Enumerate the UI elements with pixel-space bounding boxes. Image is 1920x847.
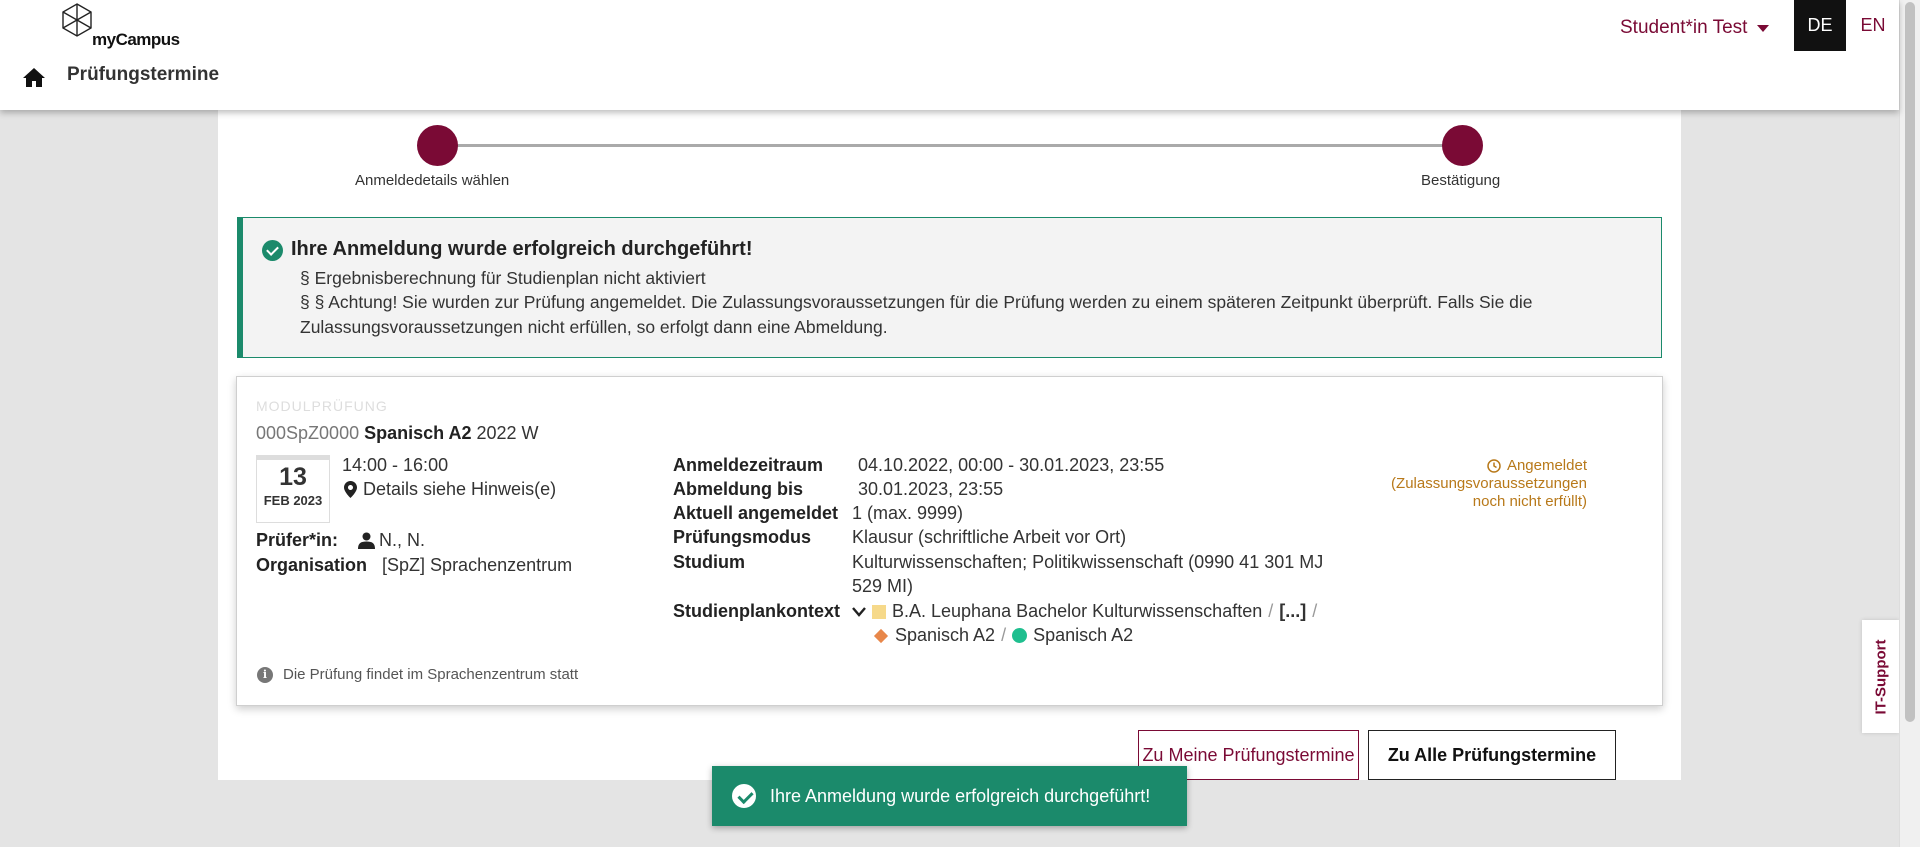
context-label: Studienplankontext [673, 601, 841, 621]
examiner-label: Prüfer*in: [256, 530, 339, 550]
caret-down-icon [1757, 24, 1770, 32]
chevron-down-icon[interactable] [852, 606, 866, 617]
alert-line-1: § Ergebnisberechnung für Studienplan nic… [300, 268, 706, 288]
curriculum-square-icon [872, 604, 886, 619]
toast-text: Ihre Anmeldung wurde erfolgreich durchge… [770, 785, 1151, 806]
study-label: Studium [673, 552, 745, 572]
user-icon [358, 532, 376, 549]
alert-title: Ihre Anmeldung wurde erfolgreich durchge… [291, 238, 753, 260]
success-toast: Ihre Anmeldung wurde erfolgreich durchge… [712, 766, 1187, 826]
mode-value: Klausur (schriftliche Arbeit vor Ort) [852, 527, 1127, 547]
organisation: Organisation [SpZ] Sprachenzentrum [256, 555, 572, 576]
stepper-line [454, 144, 1454, 147]
hint-text: Die Prüfung findet im Sprachenzentrum st… [283, 666, 579, 683]
all-exams-button[interactable]: Zu Alle Prüfungstermine [1368, 730, 1616, 780]
exam-type: MODULPRÜFUNG [256, 398, 388, 414]
examiner-name: N., N. [379, 530, 426, 550]
current-value: 1 (max. 9999) [852, 503, 964, 523]
reg-period-value: 04.10.2022, 00:00 - 30.01.2023, 23:55 [858, 455, 1165, 475]
context-separator: / [1001, 625, 1007, 645]
exam-name: Spanisch A2 [364, 423, 472, 443]
examiner: Prüfer*in: N., N. [256, 530, 425, 551]
mode-label: Prüfungsmodus [673, 527, 811, 547]
context-item-1[interactable]: B.A. Leuphana Bachelor Kulturwissenschaf… [892, 601, 1262, 622]
date-day: 13 [279, 463, 307, 491]
page-title: Prüfungstermine [67, 64, 220, 85]
top-header: myCampus Prüfungstermine Student*in Test… [0, 0, 1899, 110]
current-label: Aktuell angemeldet [673, 503, 839, 523]
study-value-line-1: Kulturwissenschaften; Politikwissenschaf… [852, 552, 1324, 572]
cube-logo-icon [62, 3, 92, 37]
exam-location: Details siehe Hinweis(e) [344, 479, 556, 500]
step-2-label: Bestätigung [1421, 172, 1501, 189]
success-alert: Ihre Anmeldung wurde erfolgreich durchge… [237, 217, 1662, 358]
exam-code: 000SpZ0000 [256, 423, 360, 443]
module-diamond-icon [873, 628, 889, 643]
study-value-line-2: 529 MI) [852, 576, 914, 596]
exam-dot-icon [1012, 628, 1028, 643]
logo-text: myCampus [92, 30, 180, 49]
context-separator: / [1312, 601, 1318, 621]
language-en-button[interactable]: EN [1856, 0, 1890, 51]
main-panel: Anmeldedetails wählen Bestätigung Ihre A… [218, 110, 1681, 780]
location-text: Details siehe Hinweis(e) [363, 479, 557, 499]
status-title: Angemeldet [1506, 457, 1587, 474]
map-marker-icon [344, 481, 357, 498]
alert-line-2: § § Achtung! Sie wurden zur Prüfung ange… [300, 292, 1533, 337]
org-value: [SpZ] Sprachenzentrum [382, 555, 573, 575]
step-2-indicator [1442, 125, 1483, 166]
org-label: Organisation [256, 555, 368, 575]
step-1-label: Anmeldedetails wählen [355, 172, 510, 189]
date-badge: 13 FEB 2023 [256, 455, 330, 523]
context-path-1: B.A. Leuphana Bachelor Kulturwissenschaf… [852, 601, 1317, 622]
user-name: Student*in Test [1620, 17, 1748, 38]
mycampus-logo[interactable]: myCampus [60, 2, 180, 52]
it-support-label: IT-Support [1872, 639, 1889, 714]
user-menu[interactable]: Student*in Test [1620, 16, 1770, 40]
step-1-indicator [417, 125, 458, 166]
check-circle-icon [262, 240, 283, 261]
status-note: (Zulassungsvoraussetzungen noch nicht er… [1391, 475, 1587, 510]
exam-term: 2022 W [476, 423, 539, 443]
check-circle-icon [732, 784, 756, 808]
date-month-year: FEB 2023 [263, 493, 323, 508]
exam-heading: 000SpZ0000 Spanisch A2 2022 W [256, 423, 539, 444]
context-path-2: Spanisch A2 / Spanisch A2 [873, 625, 1133, 646]
reg-period-label: Anmeldezeitraum [673, 455, 824, 475]
context-item-2[interactable]: Spanisch A2 [895, 625, 995, 646]
clock-icon [1487, 459, 1501, 473]
exam-hint: i Die Prüfung findet im Sprachenzentrum … [257, 666, 578, 683]
dereg-label: Abmeldung bis [673, 479, 803, 499]
scrollbar-thumb[interactable] [1905, 2, 1915, 722]
language-de-button[interactable]: DE [1794, 0, 1846, 51]
context-expand-ellipsis[interactable]: [...] [1279, 601, 1306, 622]
scrollbar[interactable] [1899, 0, 1920, 847]
context-item-3[interactable]: Spanisch A2 [1033, 625, 1133, 646]
dereg-value: 30.01.2023, 23:55 [858, 479, 1004, 499]
info-icon: i [257, 666, 273, 683]
it-support-tab[interactable]: IT-Support [1862, 620, 1899, 733]
exam-card: MODULPRÜFUNG 000SpZ0000 Spanisch A2 2022… [236, 376, 1663, 706]
exam-time: 14:00 - 16:00 [342, 455, 449, 475]
context-separator: / [1268, 601, 1274, 621]
home-icon[interactable] [22, 66, 46, 88]
registration-status: Angemeldet (Zulassungsvoraussetzungen no… [1387, 457, 1587, 511]
